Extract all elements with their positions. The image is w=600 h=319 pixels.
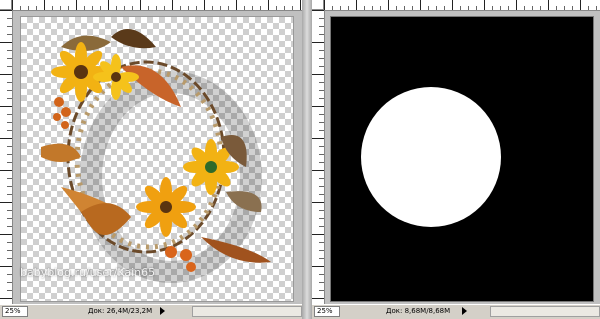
document-window-left[interactable]: babyblog.ru/user/Kain65 25% Док: 26,4M/2…: [0, 0, 302, 319]
canvas-area[interactable]: [325, 11, 600, 305]
status-bar: 25% Док: 26,4M/23,2M: [0, 304, 302, 319]
ruler-horizontal[interactable]: [324, 0, 600, 11]
zoom-field[interactable]: 25%: [2, 306, 28, 317]
horizontal-scrollbar[interactable]: [490, 306, 600, 317]
document-size-info: Док: 26,4M/23,2M: [88, 307, 153, 315]
white-circle-shape: [361, 87, 501, 227]
document-size-info: Док: 8,68M/8,68M: [386, 307, 451, 315]
ruler-vertical[interactable]: [312, 10, 325, 305]
ruler-horizontal[interactable]: [12, 0, 302, 11]
horizontal-scrollbar[interactable]: [192, 306, 302, 317]
status-bar: 25% Док: 8,68M/8,68M: [312, 304, 600, 319]
document-canvas-mask[interactable]: [331, 17, 593, 301]
status-menu-arrow-icon[interactable]: [462, 307, 467, 315]
watermark-text: babyblog.ru/user/Kain65: [20, 266, 156, 279]
window-divider: [302, 0, 312, 319]
ruler-corner: [0, 0, 12, 10]
ruler-vertical[interactable]: [0, 10, 13, 305]
ruler-corner: [312, 0, 324, 10]
document-canvas-transparent[interactable]: [21, 17, 293, 301]
zoom-field[interactable]: 25%: [314, 306, 340, 317]
status-menu-arrow-icon[interactable]: [160, 307, 165, 315]
document-window-right[interactable]: 25% Док: 8,68M/8,68M: [312, 0, 600, 319]
canvas-area[interactable]: [13, 11, 302, 305]
